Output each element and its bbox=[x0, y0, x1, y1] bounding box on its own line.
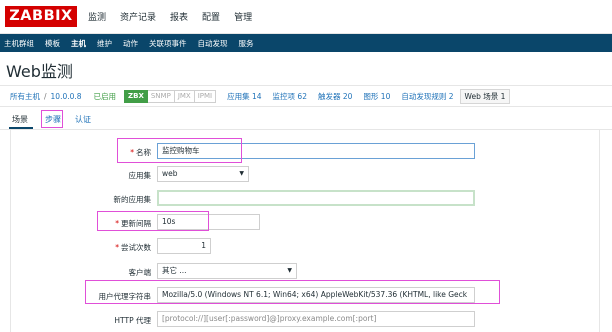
snmp-availability-badge: SNMP bbox=[147, 89, 175, 103]
jmx-availability-badge: JMX bbox=[174, 89, 195, 103]
host-breadcrumb: 所有主机 / 10.0.0.8 已启用 ZBX SNMP JMX IPMI 应用… bbox=[0, 85, 612, 107]
chevron-down-icon: ▼ bbox=[239, 170, 244, 177]
zabbix-logo[interactable]: ZABBIX bbox=[5, 6, 77, 27]
main-menu: 监测 资产记录 报表 配置 管理 bbox=[88, 10, 252, 23]
http-proxy-label: HTTP 代理 bbox=[114, 316, 151, 325]
attempts-label: * 尝试次数 bbox=[115, 243, 151, 252]
new-application-input[interactable] bbox=[157, 190, 475, 206]
menu-reports[interactable]: 报表 bbox=[170, 10, 188, 23]
required-marker: * bbox=[130, 148, 134, 157]
zbx-availability-badge: ZBX bbox=[124, 89, 148, 103]
name-input[interactable]: 监控购物车 bbox=[157, 143, 475, 159]
attempts-input[interactable]: 1 bbox=[157, 238, 211, 254]
active-tab-indicator bbox=[9, 127, 33, 129]
menu-administration[interactable]: 管理 bbox=[234, 10, 252, 23]
application-select[interactable]: web ▼ bbox=[157, 166, 249, 182]
update-interval-input[interactable]: 10s bbox=[157, 214, 260, 230]
user-agent-input[interactable]: Mozilla/5.0 (Windows NT 6.1; Win64; x64)… bbox=[157, 287, 475, 303]
required-marker: * bbox=[115, 219, 119, 228]
required-marker: * bbox=[115, 243, 119, 252]
host-status: 已启用 bbox=[93, 91, 117, 101]
items-link[interactable]: 监控项 62 bbox=[273, 91, 307, 102]
form-tabs: 场景 步骤 认证 bbox=[0, 110, 612, 130]
name-label: * 名称 bbox=[130, 148, 151, 157]
page-title: Web监测 bbox=[6, 62, 73, 81]
breadcrumb-separator: / bbox=[44, 91, 47, 101]
submenu-templates[interactable]: 模板 bbox=[45, 38, 60, 49]
menu-configuration[interactable]: 配置 bbox=[202, 10, 220, 23]
menu-monitoring[interactable]: 监测 bbox=[88, 10, 106, 23]
update-interval-label: * 更新间隔 bbox=[115, 219, 151, 228]
http-proxy-input[interactable]: [protocol://][user[:password]@]proxy.exa… bbox=[157, 311, 475, 327]
top-bar: ZABBIX 监测 资产记录 报表 配置 管理 bbox=[0, 0, 612, 34]
agent-select[interactable]: 其它 ... ▼ bbox=[157, 263, 297, 279]
discovery-rules-link[interactable]: 自动发现规则 2 bbox=[401, 91, 453, 102]
tab-scenario[interactable]: 场景 bbox=[12, 114, 28, 125]
submenu-event-correlation[interactable]: 关联项事件 bbox=[149, 38, 187, 49]
submenu-hosts[interactable]: 主机 bbox=[71, 38, 86, 49]
chevron-down-icon: ▼ bbox=[287, 267, 292, 274]
tab-steps[interactable]: 步骤 bbox=[45, 114, 61, 125]
agent-label: 客户端 bbox=[128, 268, 152, 277]
application-label: 应用集 bbox=[128, 171, 152, 180]
submenu-discovery[interactable]: 自动发现 bbox=[198, 38, 228, 49]
web-scenarios-link[interactable]: Web 场景 1 bbox=[459, 88, 511, 104]
submenu-maintenance[interactable]: 维护 bbox=[97, 38, 112, 49]
new-application-label: 新的应用集 bbox=[113, 195, 152, 204]
menu-inventory[interactable]: 资产记录 bbox=[120, 10, 156, 23]
submenu-host-groups[interactable]: 主机群组 bbox=[4, 38, 34, 49]
tab-authentication[interactable]: 认证 bbox=[75, 114, 91, 125]
host-link[interactable]: 10.0.0.8 bbox=[51, 92, 82, 101]
graphs-link[interactable]: 图形 10 bbox=[363, 91, 390, 102]
submenu-actions[interactable]: 动作 bbox=[123, 38, 138, 49]
user-agent-label: 用户代理字符串 bbox=[98, 292, 152, 301]
submenu-services[interactable]: 服务 bbox=[239, 38, 254, 49]
all-hosts-link[interactable]: 所有主机 bbox=[10, 91, 40, 102]
applications-link[interactable]: 应用集 14 bbox=[227, 91, 261, 102]
sub-menu: 主机群组 模板 主机 维护 动作 关联项事件 自动发现 服务 bbox=[0, 34, 612, 52]
ipmi-availability-badge: IPMI bbox=[194, 89, 217, 103]
triggers-link[interactable]: 触发器 20 bbox=[318, 91, 352, 102]
